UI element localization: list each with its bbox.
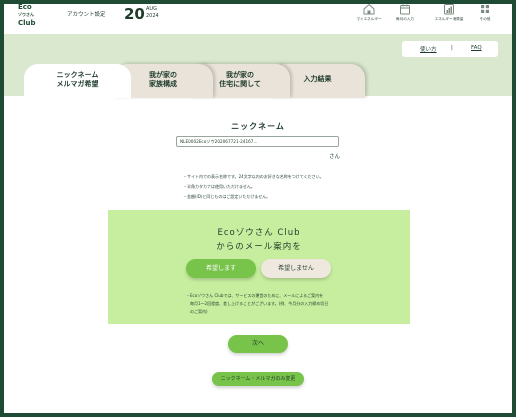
house-icon bbox=[363, 3, 375, 15]
nickname-suffix: さん bbox=[329, 154, 341, 160]
nav-energy-consumption[interactable]: エネルギー消費量 bbox=[431, 2, 467, 21]
mail-panel-title-line2: からのメール案内を bbox=[216, 242, 302, 252]
nav-label: 毎月の入力 bbox=[396, 17, 414, 21]
nickname-note: ・サイト内での表示名称です。24文字以内のお好きな名称をつけてください。 bbox=[183, 174, 324, 179]
nav-my-energy[interactable]: マイエネルギー bbox=[351, 2, 387, 21]
help-links: 使い方 | FAQ bbox=[402, 41, 498, 57]
logo-line-2: ゾウさん bbox=[18, 12, 34, 17]
nickname-input[interactable] bbox=[176, 136, 339, 147]
date-year: 2024 bbox=[146, 13, 159, 19]
decline-mail-button[interactable]: 希望しません bbox=[261, 259, 331, 278]
nav-other[interactable]: その他 bbox=[467, 2, 503, 21]
tab-nickname[interactable]: ニックネーム メルマガ希望 bbox=[24, 64, 131, 98]
tab-label-line2: メルマガ希望 bbox=[56, 80, 99, 88]
date-day: 20 bbox=[124, 5, 145, 23]
mail-note-line: のご案内) bbox=[186, 309, 208, 314]
nav-label: マイエネルギー bbox=[356, 17, 382, 21]
nickname-note: ・半角カタカナは使用いただけません。 bbox=[183, 184, 255, 189]
calendar-icon bbox=[400, 4, 410, 15]
change-nickname-only-button[interactable]: ニックネーム・メルマガのみ変更 bbox=[212, 372, 304, 386]
logo-line-1: Eco bbox=[18, 3, 32, 11]
grid-icon bbox=[481, 5, 489, 13]
account-settings-link[interactable]: アカウント設定 bbox=[67, 10, 106, 18]
date-month: AUG bbox=[146, 6, 157, 12]
nickname-heading: ニックネーム bbox=[231, 122, 285, 131]
nav-label: その他 bbox=[479, 17, 491, 21]
links-separator: | bbox=[451, 45, 453, 51]
logo-line-3: Club bbox=[18, 19, 36, 27]
faq-link[interactable]: FAQ bbox=[471, 45, 482, 51]
mail-note-line: 毎月1～2回程度、差し上げることがございます。(例、今月分の入力締め切日 bbox=[186, 301, 329, 306]
nickname-note: ・金額(ID)と同じものはご設定いただけません。 bbox=[183, 194, 271, 199]
tab-label-line1: ニックネーム bbox=[56, 71, 99, 79]
eco-club-logo[interactable]: Eco ゾウさん Club bbox=[18, 3, 50, 27]
nav-label: エネルギー消費量 bbox=[434, 17, 464, 21]
mail-note-line: ・Ecoゾウさん Clubでは、サービスの運営のために、メールによるご案内を bbox=[186, 293, 324, 298]
chart-icon bbox=[444, 4, 454, 15]
nav-monthly-input[interactable]: 毎月の入力 bbox=[387, 2, 423, 21]
usage-link[interactable]: 使い方 bbox=[420, 45, 437, 53]
accept-mail-button[interactable]: 希望します bbox=[186, 259, 256, 278]
mail-panel-title-line1: Ecoゾウさん Club bbox=[217, 228, 301, 238]
next-button[interactable]: 次へ bbox=[228, 335, 288, 353]
